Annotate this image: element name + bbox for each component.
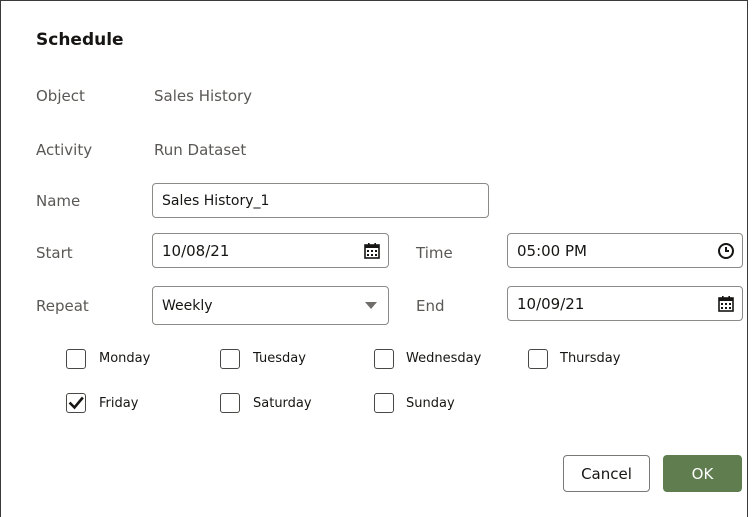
tuesday-label: Tuesday — [253, 351, 306, 366]
name-label: Name — [36, 192, 81, 210]
dialog-border-top — [0, 0, 748, 1]
time-input[interactable]: 05:00 PM — [507, 233, 743, 268]
monday-checkbox[interactable] — [66, 349, 86, 369]
sunday-checkbox[interactable] — [374, 393, 394, 413]
repeat-value: Weekly — [162, 297, 213, 314]
checkmark-icon — [68, 396, 84, 410]
thursday-checkbox[interactable] — [528, 349, 548, 369]
thursday-label: Thursday — [560, 351, 621, 366]
end-date-input[interactable]: 10/09/21 — [507, 286, 743, 321]
sunday-label: Sunday — [406, 396, 455, 411]
dialog-border-right — [747, 0, 748, 517]
calendar-icon[interactable] — [717, 295, 735, 313]
repeat-label: Repeat — [36, 297, 89, 315]
dialog-border-left — [0, 0, 1, 517]
calendar-icon[interactable] — [363, 242, 381, 260]
saturday-checkbox[interactable] — [220, 393, 240, 413]
clock-icon[interactable] — [717, 242, 735, 260]
start-label: Start — [36, 244, 73, 262]
name-input-value: Sales History_1 — [162, 192, 270, 209]
ok-button[interactable]: OK — [663, 455, 742, 492]
start-date-input[interactable]: 10/08/21 — [152, 233, 389, 268]
repeat-select[interactable]: Weekly — [152, 286, 389, 325]
end-label: End — [416, 297, 445, 315]
friday-label: Friday — [99, 396, 139, 411]
wednesday-checkbox[interactable] — [374, 349, 394, 369]
monday-label: Monday — [99, 351, 151, 366]
dialog-title: Schedule — [36, 30, 124, 50]
activity-label: Activity — [36, 141, 93, 159]
activity-value: Run Dataset — [154, 141, 247, 159]
chevron-down-icon — [365, 301, 377, 310]
start-date-value: 10/08/21 — [162, 241, 230, 260]
object-label: Object — [36, 87, 85, 105]
tuesday-checkbox[interactable] — [220, 349, 240, 369]
cancel-button[interactable]: Cancel — [563, 455, 650, 492]
saturday-label: Saturday — [253, 396, 312, 411]
friday-checkbox[interactable] — [66, 393, 86, 413]
object-value: Sales History — [154, 87, 253, 105]
end-date-value: 10/09/21 — [517, 294, 585, 313]
time-value: 05:00 PM — [517, 241, 587, 260]
wednesday-label: Wednesday — [406, 351, 482, 366]
name-input[interactable]: Sales History_1 — [152, 183, 489, 218]
time-label: Time — [416, 244, 453, 262]
